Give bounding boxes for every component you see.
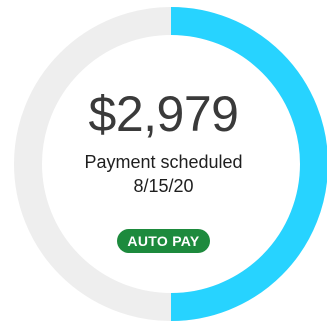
payment-amount: $2,979 xyxy=(88,86,239,142)
payment-progress-widget: $2,979 Payment scheduled 8/15/20 AUTO PA… xyxy=(0,0,327,329)
payment-status: Payment scheduled xyxy=(84,152,243,172)
payment-date: 8/15/20 xyxy=(133,176,194,196)
payment-summary: $2,979 Payment scheduled 8/15/20 AUTO PA… xyxy=(0,0,327,329)
badge-container: AUTO PAY xyxy=(0,229,327,253)
auto-pay-badge: AUTO PAY xyxy=(117,229,210,253)
